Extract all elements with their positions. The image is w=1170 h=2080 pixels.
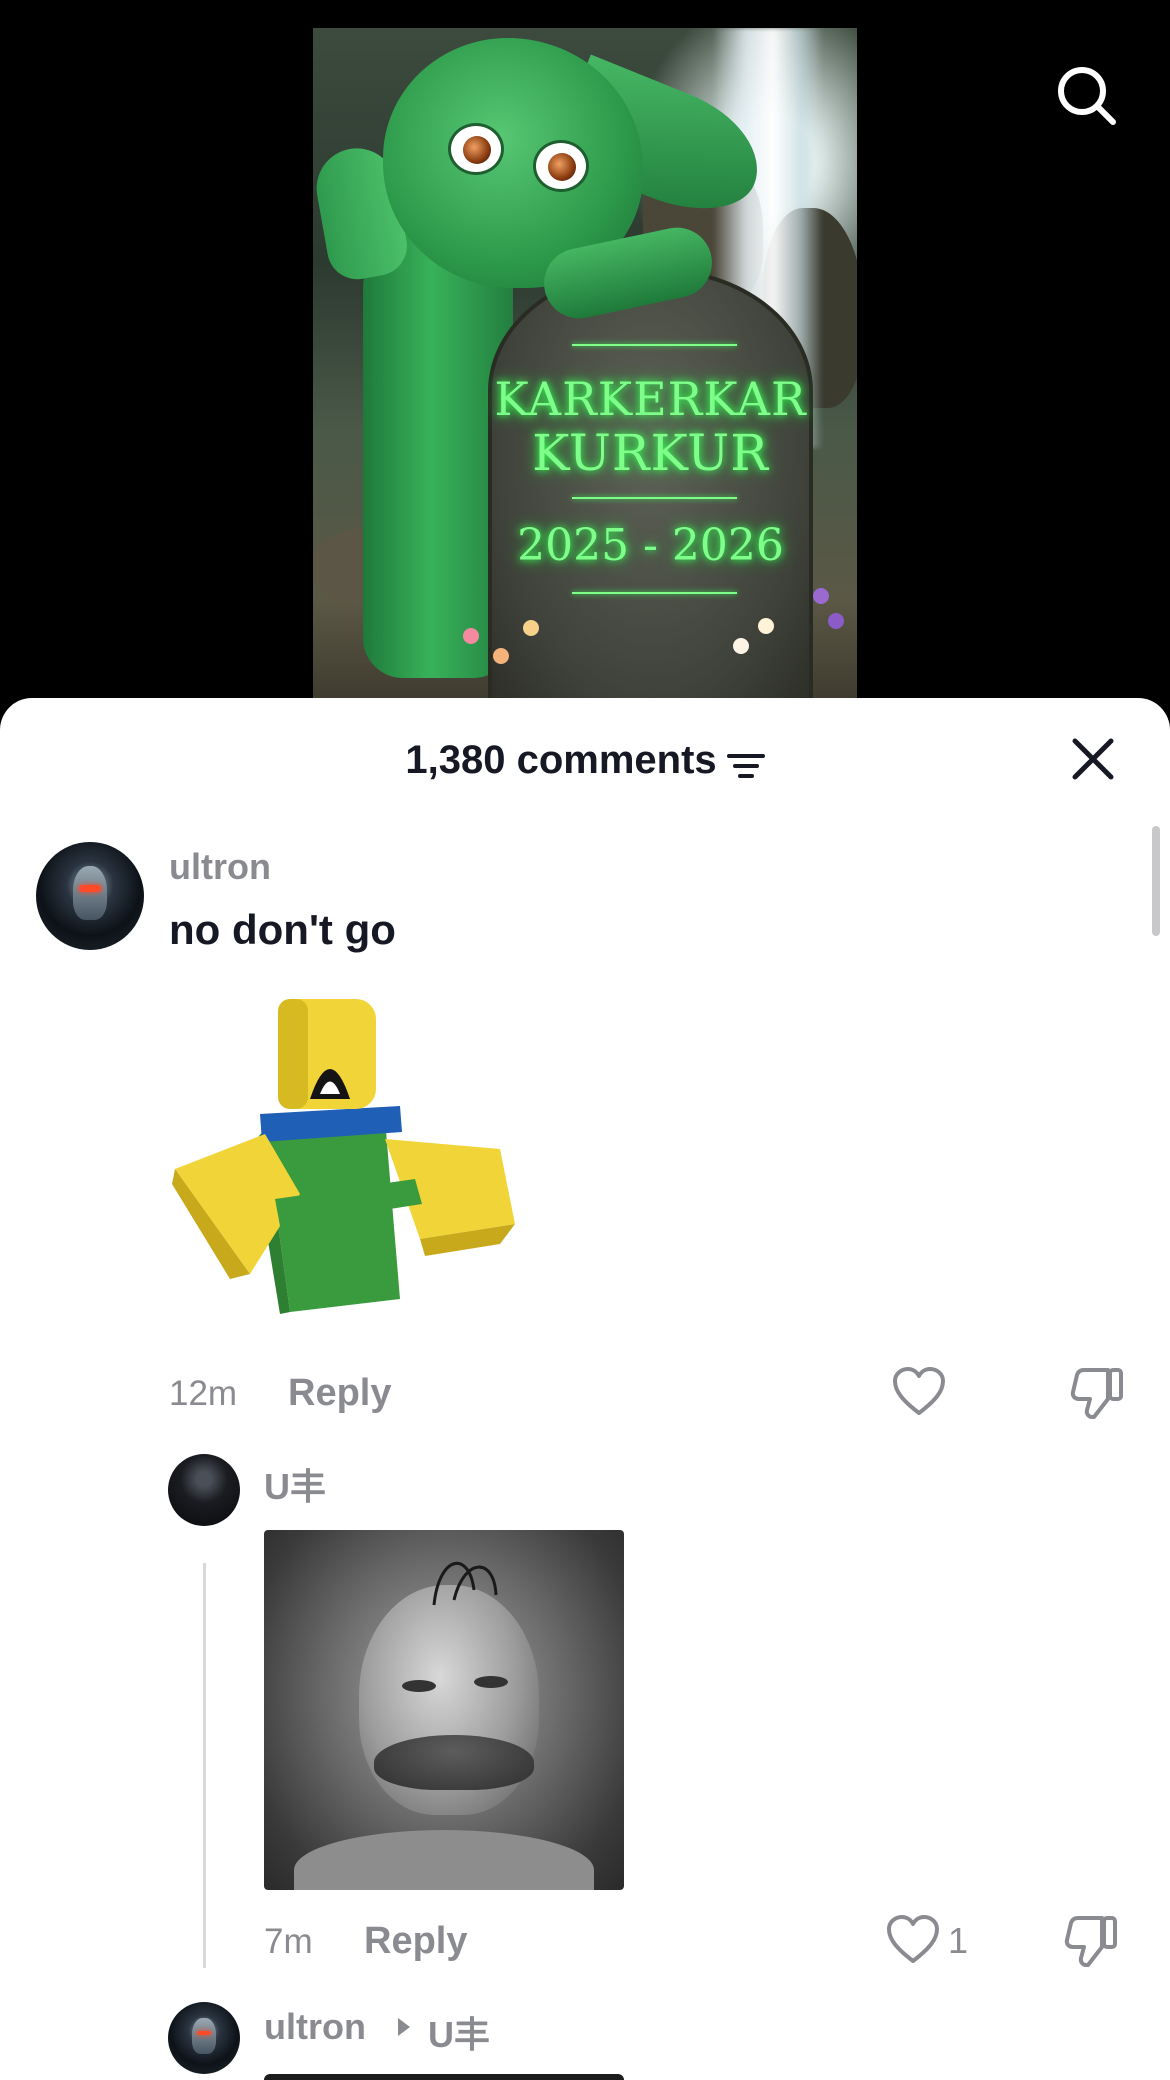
comments-sheet: 1,380 comments ultron no don't go 12m Re…: [0, 698, 1170, 2080]
ornament-divider: [572, 344, 737, 346]
comments-header: 1,380 comments: [0, 734, 1170, 794]
reply-image[interactable]: [264, 2074, 624, 2080]
photo-hair-strands: [432, 1561, 498, 1606]
creature-eye-right: [533, 140, 589, 192]
thread-line: [203, 1563, 206, 1968]
flower: [523, 620, 539, 636]
heart-icon[interactable]: [892, 1366, 946, 1418]
reply-to-username[interactable]: U丰: [428, 2006, 490, 2058]
reply-button[interactable]: Reply: [288, 1372, 391, 1415]
avatar[interactable]: [168, 2002, 240, 2074]
photo-eye: [474, 1676, 508, 1688]
flower: [463, 628, 479, 644]
flower: [828, 613, 844, 629]
thumbs-down-icon[interactable]: [1064, 1914, 1118, 1968]
creature-eye-left: [448, 123, 504, 175]
comments-title-wrap: 1,380 comments: [0, 738, 1170, 783]
avatar[interactable]: [36, 842, 144, 950]
comment-username[interactable]: ultron: [169, 846, 271, 888]
heart-icon[interactable]: [886, 1914, 940, 1966]
ornament-divider: [572, 592, 737, 594]
like-count: 1: [948, 1920, 969, 1961]
search-icon[interactable]: [1055, 64, 1119, 128]
comments-count-title: 1,380 comments: [405, 738, 717, 782]
comment-sticker-image[interactable]: [170, 994, 520, 1334]
comment-text: no don't go: [169, 906, 396, 953]
flower: [493, 648, 509, 664]
flower: [733, 638, 749, 654]
tombstone-name-line1: KARKERKAR: [494, 372, 807, 426]
filter-icon[interactable]: [726, 746, 765, 778]
flower: [758, 618, 774, 634]
photo-mustache: [374, 1735, 534, 1790]
reply-username[interactable]: U丰: [264, 1458, 326, 1510]
avatar[interactable]: [168, 1454, 240, 1526]
reply-username[interactable]: ultron: [264, 2006, 366, 2048]
video-thumbnail[interactable]: KARKERKAR KURKUR 2025 - 2026: [313, 28, 857, 700]
video-player[interactable]: KARKERKAR KURKUR 2025 - 2026: [0, 0, 1170, 720]
ornament-divider: [572, 497, 737, 499]
photo-shirt: [294, 1830, 594, 1890]
photo-eye: [402, 1680, 436, 1692]
reply-button[interactable]: Reply: [364, 1920, 467, 1963]
tombstone-name-line2: KURKUR: [532, 424, 769, 482]
scrollbar[interactable]: [1152, 826, 1160, 936]
tombstone: KARKERKAR KURKUR 2025 - 2026: [488, 268, 813, 700]
flower: [813, 588, 829, 604]
reply-timestamp: 7m: [264, 1922, 313, 1961]
comment-timestamp: 12m: [169, 1374, 238, 1413]
close-icon[interactable]: [1070, 736, 1116, 782]
play-arrow-icon: [396, 2016, 412, 2038]
tombstone-years: 2025 - 2026: [517, 520, 784, 571]
thumbs-down-icon[interactable]: [1070, 1366, 1124, 1420]
reply-image[interactable]: [264, 1530, 624, 1890]
